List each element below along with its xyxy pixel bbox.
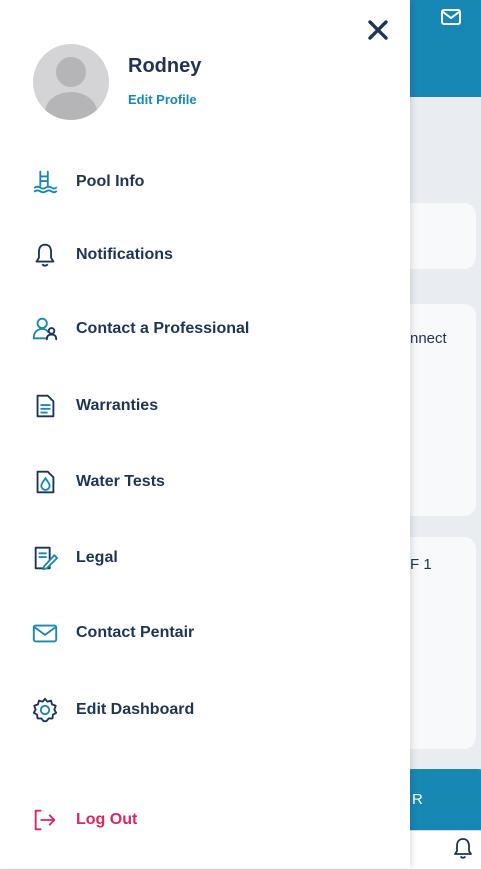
avatar[interactable] — [33, 44, 109, 120]
background-card-text: nnect — [410, 330, 447, 347]
background-action-button-label: R — [412, 791, 423, 808]
professional-users-icon — [30, 314, 60, 344]
menu-item-warranties[interactable]: Warranties — [30, 390, 158, 422]
logout-icon — [30, 805, 60, 835]
mail-icon[interactable] — [440, 6, 462, 28]
menu-item-label: Edit Dashboard — [76, 701, 195, 718]
menu-item-edit-dashboard[interactable]: Edit Dashboard — [30, 694, 194, 726]
document-icon — [30, 391, 60, 421]
edit-profile-link[interactable]: Edit Profile — [128, 92, 197, 107]
menu-item-pool-info[interactable]: Pool Info — [30, 166, 144, 198]
menu-item-label: Notifications — [76, 246, 173, 263]
bell-icon — [30, 240, 60, 270]
menu-item-label: Contact Pentair — [76, 624, 195, 641]
close-icon[interactable] — [364, 16, 392, 44]
menu-item-label: Legal — [76, 549, 118, 566]
logout-label: Log Out — [76, 811, 138, 828]
menu-item-label: Warranties — [76, 397, 159, 414]
background-card-text: F 1 — [410, 556, 432, 573]
bell-icon[interactable] — [452, 836, 474, 860]
envelope-icon — [30, 618, 60, 648]
side-drawer: Rodney Edit Profile Pool Info Notificati… — [0, 0, 410, 868]
menu-item-water-tests[interactable]: Water Tests — [30, 466, 165, 498]
menu-item-label: Contact a Professional — [76, 320, 250, 337]
menu-item-label: Water Tests — [76, 473, 165, 490]
menu-item-legal[interactable]: Legal — [30, 542, 118, 574]
legal-pen-icon — [30, 543, 60, 573]
logout-button[interactable]: Log Out — [30, 804, 137, 836]
gear-icon — [30, 695, 60, 725]
menu-item-notifications[interactable]: Notifications — [30, 239, 173, 271]
menu-item-label: Pool Info — [76, 173, 145, 190]
water-drop-icon — [30, 467, 60, 497]
menu-item-contact-professional[interactable]: Contact a Professional — [30, 313, 249, 345]
user-name: Rodney — [128, 55, 202, 77]
pool-ladder-icon — [30, 167, 60, 197]
menu-item-contact-pentair[interactable]: Contact Pentair — [30, 617, 194, 649]
